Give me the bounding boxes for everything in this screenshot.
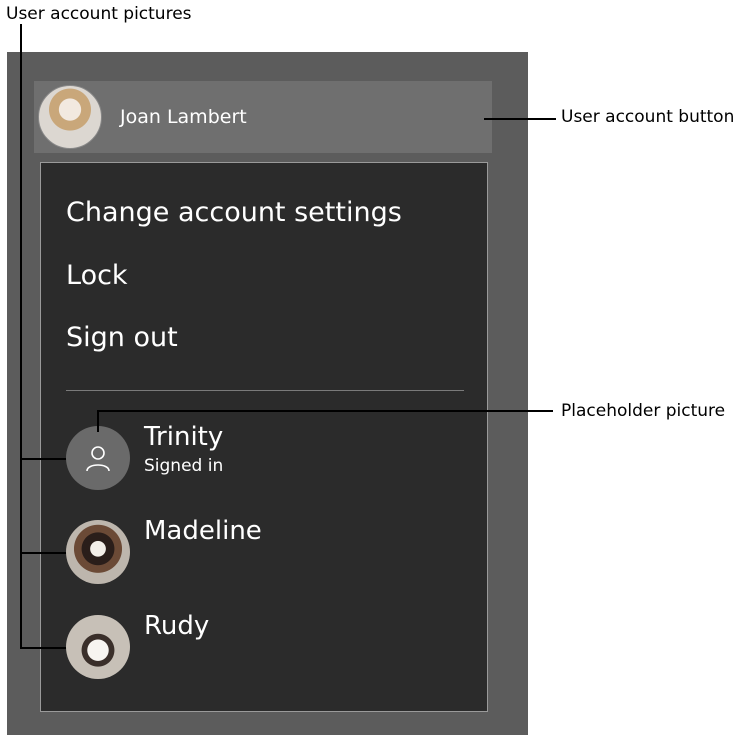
menu-divider [66, 390, 464, 391]
account-avatar [38, 85, 102, 149]
account-name: Joan Lambert [120, 106, 247, 128]
user-item-madeline[interactable]: Madeline [66, 516, 262, 584]
user-name: Rudy [144, 611, 210, 641]
user-item-rudy[interactable]: Rudy [66, 611, 209, 679]
user-item-trinity[interactable]: Trinity Signed in [66, 422, 224, 490]
callout-line [97, 410, 99, 432]
user-name: Madeline [144, 516, 262, 546]
callout-line [484, 118, 556, 120]
callout-line [20, 458, 66, 460]
callout-placeholder-picture: Placeholder picture [561, 401, 726, 421]
user-account-button[interactable]: Joan Lambert [34, 81, 492, 153]
callout-user-account-pictures: User account pictures [6, 4, 192, 24]
callout-line [20, 552, 66, 554]
user-name: Trinity [144, 422, 224, 452]
callout-line [20, 24, 22, 648]
callout-line [20, 647, 66, 649]
account-menu: Change account settings Lock Sign out Tr… [40, 162, 488, 712]
callout-line [97, 410, 553, 412]
change-account-settings-item[interactable]: Change account settings [66, 197, 402, 228]
sign-out-item[interactable]: Sign out [66, 322, 178, 353]
user-picture [66, 520, 130, 584]
lock-item[interactable]: Lock [66, 260, 128, 291]
person-icon [86, 446, 110, 472]
callout-user-account-button: User account button [561, 107, 735, 127]
placeholder-picture [66, 426, 130, 490]
user-picture [66, 615, 130, 679]
user-status: Signed in [144, 456, 224, 476]
